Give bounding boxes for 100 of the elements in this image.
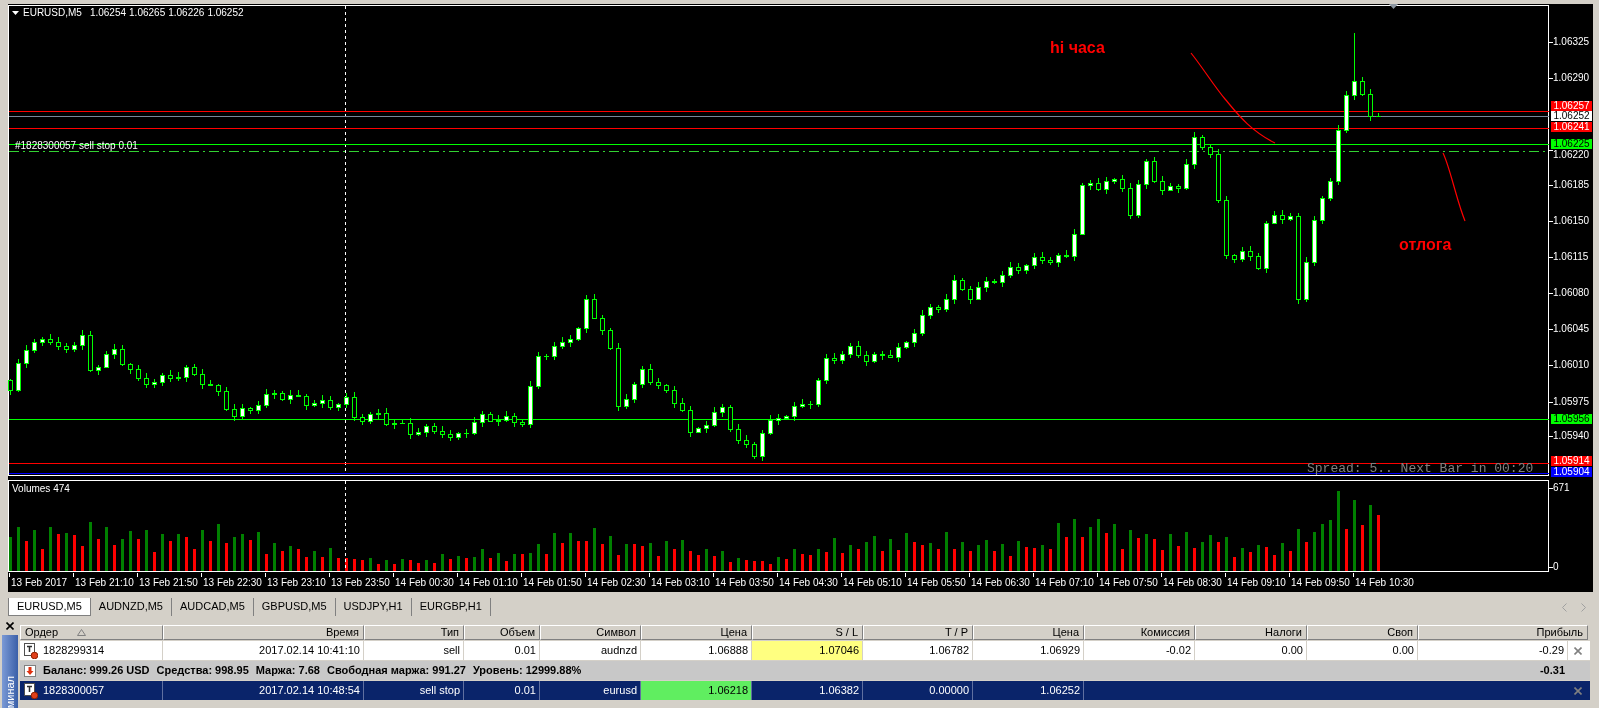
document-icon bbox=[24, 642, 38, 659]
document-icon bbox=[24, 682, 38, 699]
table-cell: 0.01 bbox=[464, 641, 540, 660]
price-label: 1.06225 bbox=[1551, 139, 1592, 149]
table-cell: 2017.02.14 10:48:54 bbox=[163, 681, 364, 700]
table-cell: audnzd bbox=[540, 641, 641, 660]
column-header[interactable]: Ордер bbox=[20, 625, 163, 640]
time-label: 14 Feb 03:10 bbox=[651, 576, 710, 590]
column-header[interactable]: Символ bbox=[540, 625, 641, 640]
table-cell: sell bbox=[364, 641, 464, 660]
axis-label: 1.06080 bbox=[1553, 287, 1590, 299]
price-label: 1.06252 bbox=[1551, 111, 1592, 121]
axis-label: 1.06220 bbox=[1553, 149, 1590, 161]
chart-tab[interactable]: AUDNZD,M5 bbox=[90, 598, 172, 616]
time-label: 13 Feb 22:30 bbox=[203, 576, 262, 590]
caret-down-icon[interactable] bbox=[12, 11, 19, 15]
table-cell: 1.06218 bbox=[641, 681, 752, 700]
axis-label: 1.06045 bbox=[1553, 323, 1590, 335]
table-cell-text: 1828299314 bbox=[43, 643, 105, 658]
time-label: 14 Feb 07:50 bbox=[1099, 576, 1158, 590]
price-label: 1.05914 bbox=[1551, 456, 1592, 466]
price-value: 1.06252 bbox=[207, 7, 244, 19]
column-header[interactable]: Объем bbox=[464, 625, 540, 640]
indicator-title: Volumes 474 bbox=[12, 483, 70, 495]
time-label: 14 Feb 09:10 bbox=[1227, 576, 1286, 590]
table-cell: 2017.02.14 10:41:10 bbox=[163, 641, 364, 660]
column-header[interactable]: Цена bbox=[973, 625, 1084, 640]
axis-label: 1.06150 bbox=[1553, 215, 1590, 227]
account-info: Средства: 998.95 bbox=[156, 663, 249, 678]
account-info: Маржа: 7.68 bbox=[255, 663, 320, 678]
axis-label: 0 bbox=[1553, 561, 1559, 573]
column-header[interactable]: Своп bbox=[1307, 625, 1418, 640]
table-cell: 1.06929 bbox=[973, 641, 1084, 660]
table-cell: 1.06382 bbox=[752, 681, 863, 700]
account-info: Уровень: 12999.88% bbox=[472, 663, 582, 678]
column-header[interactable]: Время bbox=[163, 625, 364, 640]
time-label: 14 Feb 02:30 bbox=[587, 576, 646, 590]
time-label: 14 Feb 01:50 bbox=[523, 576, 582, 590]
panel-title: минал bbox=[2, 675, 17, 708]
column-header[interactable]: Налоги bbox=[1195, 625, 1307, 640]
account-info: Свободная маржа: 991.27 bbox=[326, 663, 466, 678]
price-value: 1.06226 bbox=[168, 7, 205, 19]
axis-label: 1.05975 bbox=[1553, 396, 1590, 408]
column-header[interactable]: Тип bbox=[364, 625, 464, 640]
table-cell: -0.02 bbox=[1084, 641, 1195, 660]
time-label: 13 Feb 23:10 bbox=[267, 576, 326, 590]
time-label: 14 Feb 00:30 bbox=[395, 576, 454, 590]
price-label: 1.06257 bbox=[1551, 101, 1592, 111]
time-label: 14 Feb 09:50 bbox=[1291, 576, 1350, 590]
axis-label: 1.06010 bbox=[1553, 359, 1590, 371]
chart-tab[interactable]: EURUSD,M5 bbox=[8, 598, 91, 616]
axis-label: 1.06185 bbox=[1553, 179, 1590, 191]
axis-label: 671 bbox=[1553, 482, 1570, 494]
chart-tab[interactable]: EURGBP,H1 bbox=[411, 598, 491, 616]
time-label: 14 Feb 08:30 bbox=[1163, 576, 1222, 590]
table-row[interactable]: 1828300057 2017.02.14 10:48:54 sell stop 0.01 eurusd 1.06218 1.06382 0.00000 1.06252 bbox=[20, 681, 1590, 700]
total-profit: -0.31 bbox=[1538, 663, 1566, 678]
time-label: 13 Feb 21:10 bbox=[75, 576, 134, 590]
time-label: 14 Feb 04:30 bbox=[779, 576, 838, 590]
table-cell: 1.06252 bbox=[973, 681, 1084, 700]
chart-tab[interactable]: AUDCAD,M5 bbox=[171, 598, 254, 616]
price-value: 1.06265 bbox=[129, 7, 166, 19]
summary-row[interactable]: Баланс: 999.26 USD Средства: 998.95 Маржа: 7.68 Свободная маржа: 991.27 Уровень: 12999.88% -0.31 bbox=[20, 661, 1590, 680]
table-cell: 0.00 bbox=[1307, 641, 1418, 660]
close-icon[interactable] bbox=[6, 622, 14, 630]
price-label: 1.06241 bbox=[1551, 122, 1592, 132]
status-text: Spread: 5.. Next Bar in 00:20 bbox=[1307, 462, 1534, 476]
time-label: 14 Feb 01:10 bbox=[459, 576, 518, 590]
table-cell: sell stop bbox=[364, 681, 464, 700]
table-cell: 0.01 bbox=[464, 681, 540, 700]
annotation-stroke bbox=[1442, 152, 1466, 222]
time-label: 14 Feb 03:50 bbox=[715, 576, 774, 590]
table-cell: 0.00 bbox=[1195, 641, 1307, 660]
time-label: 13 Feb 2017 bbox=[11, 576, 68, 590]
shift-marker-icon bbox=[1389, 4, 1398, 9]
axis-label: 1.06115 bbox=[1553, 251, 1589, 263]
chart-tab[interactable]: GBPUSD,M5 bbox=[253, 598, 336, 616]
time-label: 14 Feb 05:10 bbox=[843, 576, 902, 590]
annotation-text: hi часа bbox=[1050, 39, 1105, 57]
chart-tab[interactable]: USDJPY,H1 bbox=[335, 598, 412, 616]
table-cell-text: 1828300057 bbox=[43, 683, 105, 698]
price-label: 1.05904 bbox=[1551, 467, 1592, 477]
column-header[interactable]: T / P bbox=[863, 625, 973, 640]
time-label: 13 Feb 23:50 bbox=[331, 576, 390, 590]
table-cell: 0.00000 bbox=[863, 681, 973, 700]
annotation-text: отлога bbox=[1399, 236, 1452, 254]
column-header[interactable]: Прибыль bbox=[1418, 625, 1588, 640]
account-info: Баланс: 999.26 USD bbox=[43, 663, 150, 678]
table-cell: -0.29 bbox=[1418, 641, 1568, 660]
table-row[interactable]: 1828299314 2017.02.14 10:41:10 sell 0.01 audnzd 1.06888 1.07046 1.06782 1.06929 -0.02 0.00 0.00 -0.29 bbox=[20, 641, 1590, 660]
table-cell: 1.07046 bbox=[752, 641, 863, 660]
chart-symbol: EURUSD,M5 bbox=[23, 7, 82, 19]
column-header[interactable]: Цена bbox=[641, 625, 752, 640]
table-cell: 1.06782 bbox=[863, 641, 973, 660]
price-value: 1.06254 bbox=[89, 7, 127, 19]
column-header[interactable]: Комиссия bbox=[1084, 625, 1195, 640]
column-header[interactable]: S / L bbox=[752, 625, 863, 640]
time-label: 14 Feb 07:10 bbox=[1035, 576, 1094, 590]
time-label: 13 Feb 21:50 bbox=[139, 576, 198, 590]
time-label: 14 Feb 10:30 bbox=[1355, 576, 1414, 590]
